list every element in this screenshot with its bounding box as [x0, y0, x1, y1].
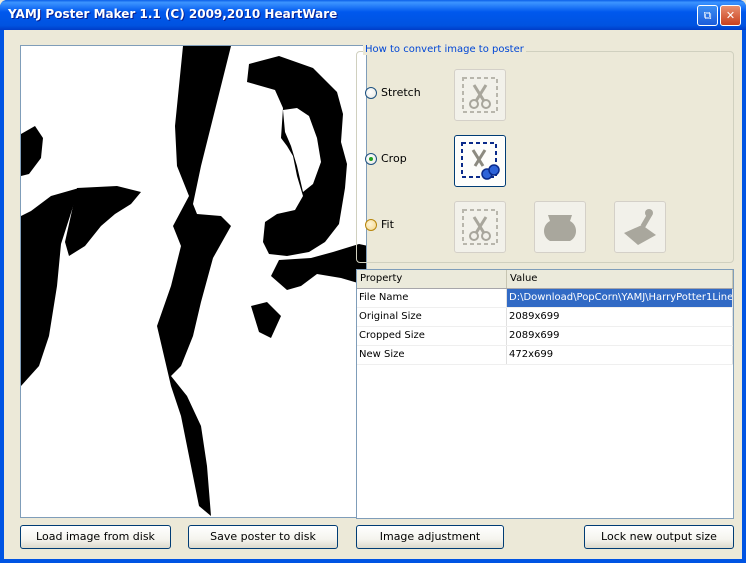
- lock-output-size-button[interactable]: Lock new output size: [584, 525, 734, 549]
- table-row[interactable]: Cropped Size 2089x699: [357, 327, 733, 346]
- property-value[interactable]: D:\Download\PopCorn\YAMJ\HarryPotter1Lin…: [507, 289, 733, 307]
- property-value[interactable]: 2089x699: [507, 308, 733, 326]
- restore-icon: ⧉: [703, 9, 712, 22]
- save-poster-button[interactable]: Save poster to disk: [188, 525, 338, 549]
- property-value[interactable]: 472x699: [507, 346, 733, 364]
- column-header-property[interactable]: Property: [357, 270, 507, 288]
- jar-icon: [544, 215, 576, 241]
- property-value[interactable]: 2089x699: [507, 327, 733, 345]
- grid-header: Property Value: [357, 270, 733, 289]
- poster-image: [21, 46, 366, 517]
- close-icon: ✕: [725, 9, 736, 22]
- restore-button[interactable]: ⧉: [697, 5, 718, 26]
- radio-crop-label: Crop: [381, 152, 407, 165]
- table-row[interactable]: Original Size 2089x699: [357, 308, 733, 327]
- radio-stretch-circle[interactable]: [365, 86, 377, 99]
- scissors-icon: [462, 209, 498, 245]
- radio-fit-label: Fit: [381, 218, 394, 231]
- conversion-options-group: How to convert image to poster Stretch C…: [356, 44, 734, 263]
- property-name: File Name: [357, 289, 507, 307]
- property-name: Original Size: [357, 308, 507, 326]
- property-name: Cropped Size: [357, 327, 507, 345]
- stretch-tool-button[interactable]: [454, 69, 506, 121]
- app-window: YAMJ Poster Maker 1.1 (C) 2009,2010 Hear…: [0, 0, 746, 563]
- fit-jar-button[interactable]: [534, 201, 586, 253]
- radio-fit[interactable]: Fit: [365, 218, 394, 231]
- radio-crop[interactable]: Crop: [365, 152, 407, 165]
- radio-fit-circle[interactable]: [365, 218, 377, 231]
- window-title: YAMJ Poster Maker 1.1 (C) 2009,2010 Hear…: [8, 7, 338, 21]
- property-name: New Size: [357, 346, 507, 364]
- radio-stretch-label: Stretch: [381, 86, 421, 99]
- stamp-icon: [624, 209, 656, 245]
- scissors-icon: [462, 77, 498, 113]
- scissors-icon: [461, 142, 500, 180]
- close-button[interactable]: ✕: [720, 5, 741, 26]
- property-grid[interactable]: Property Value File Name D:\Download\Pop…: [356, 269, 734, 519]
- table-row[interactable]: New Size 472x699: [357, 346, 733, 365]
- radio-stretch[interactable]: Stretch: [365, 86, 421, 99]
- radio-crop-circle[interactable]: [365, 152, 377, 165]
- column-header-value[interactable]: Value: [507, 270, 733, 288]
- load-image-button[interactable]: Load image from disk: [20, 525, 171, 549]
- title-bar[interactable]: YAMJ Poster Maker 1.1 (C) 2009,2010 Hear…: [0, 0, 746, 30]
- fit-stamp-button[interactable]: [614, 201, 666, 253]
- image-adjustment-button[interactable]: Image adjustment: [356, 525, 504, 549]
- table-row[interactable]: File Name D:\Download\PopCorn\YAMJ\Harry…: [357, 289, 733, 308]
- crop-tool-button[interactable]: [454, 135, 506, 187]
- fit-tool-button[interactable]: [454, 201, 506, 253]
- poster-preview: [20, 45, 367, 518]
- client-area: How to convert image to poster Stretch C…: [4, 30, 742, 559]
- conversion-options-label: How to convert image to poster: [363, 44, 526, 55]
